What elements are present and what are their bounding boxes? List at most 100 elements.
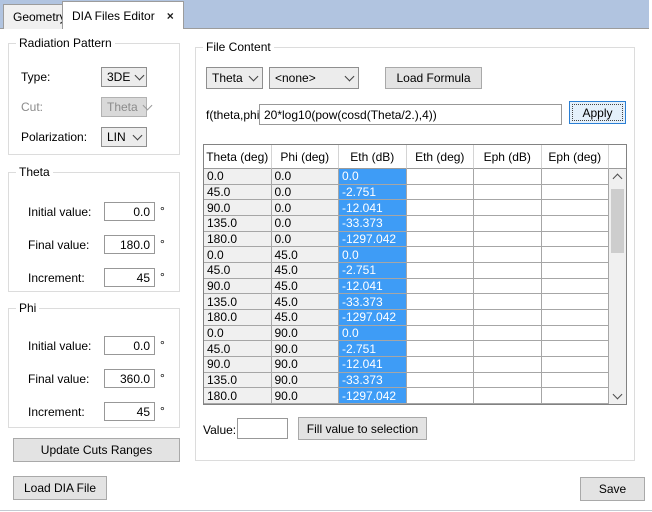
type-combobox[interactable]: 3DE (101, 67, 147, 87)
table-cell[interactable]: 45.0 (204, 341, 272, 357)
table-cell[interactable] (474, 279, 542, 295)
table-cell[interactable]: 0.0 (272, 232, 340, 248)
table-cell[interactable]: -2.751 (339, 185, 407, 201)
table-cell[interactable]: 0.0 (204, 326, 272, 342)
table-cell[interactable] (474, 341, 542, 357)
table-cell[interactable]: -33.373 (339, 373, 407, 389)
table-cell[interactable]: 90.0 (272, 373, 340, 389)
save-button[interactable]: Save (580, 477, 645, 501)
table-cell[interactable] (542, 373, 610, 389)
table-header-cell[interactable]: Eth (deg) (407, 145, 475, 169)
table-cell[interactable] (474, 326, 542, 342)
table-cell[interactable] (407, 279, 475, 295)
table-cell[interactable]: -1297.042 (339, 310, 407, 326)
table-cell[interactable] (474, 388, 542, 404)
table-cell[interactable] (474, 232, 542, 248)
table-cell[interactable] (542, 216, 610, 232)
table-cell[interactable] (542, 169, 610, 185)
table-cell[interactable]: 45.0 (204, 263, 272, 279)
table-cell[interactable] (542, 185, 610, 201)
table-cell[interactable] (542, 310, 610, 326)
table-cell[interactable]: 45.0 (272, 279, 340, 295)
table-cell[interactable] (407, 326, 475, 342)
table-cell[interactable] (407, 247, 475, 263)
table-cell[interactable]: 135.0 (204, 216, 272, 232)
phi-final-input[interactable] (104, 369, 155, 388)
table-cell[interactable]: 45.0 (204, 185, 272, 201)
table-cell[interactable]: 180.0 (204, 388, 272, 404)
vertical-scrollbar[interactable] (609, 169, 626, 404)
table-cell[interactable] (474, 294, 542, 310)
table-cell[interactable] (542, 247, 610, 263)
phi-initial-input[interactable] (104, 336, 155, 355)
table-cell[interactable]: -2.751 (339, 263, 407, 279)
table-cell[interactable]: 0.0 (339, 169, 407, 185)
table-cell[interactable] (542, 341, 610, 357)
table-cell[interactable] (474, 200, 542, 216)
polarization-combobox[interactable]: LIN (101, 127, 147, 147)
table-cell[interactable] (407, 388, 475, 404)
table-cell[interactable]: -12.041 (339, 357, 407, 373)
table-cell[interactable]: -1297.042 (339, 388, 407, 404)
table-header-cell[interactable]: Eth (dB) (339, 145, 407, 169)
load-dia-file-button[interactable]: Load DIA File (13, 476, 107, 500)
table-cell[interactable]: -1297.042 (339, 232, 407, 248)
theta-initial-input[interactable] (104, 202, 155, 221)
table-cell[interactable] (542, 326, 610, 342)
table-cell[interactable]: -12.041 (339, 200, 407, 216)
formula-input[interactable] (259, 104, 562, 125)
table-cell[interactable] (474, 263, 542, 279)
table-cell[interactable] (474, 216, 542, 232)
apply-button[interactable]: Apply (569, 101, 626, 124)
table-cell[interactable] (542, 232, 610, 248)
table-cell[interactable] (407, 232, 475, 248)
table-cell[interactable] (474, 169, 542, 185)
value-input[interactable] (237, 418, 288, 439)
table-cell[interactable]: 90.0 (272, 341, 340, 357)
table-header-cell[interactable]: Eph (deg) (542, 145, 610, 169)
table-cell[interactable]: 0.0 (272, 169, 340, 185)
table-cell[interactable]: 0.0 (272, 185, 340, 201)
table-cell[interactable]: -2.751 (339, 341, 407, 357)
table-cell[interactable]: 90.0 (204, 200, 272, 216)
component-combobox[interactable]: Theta (206, 67, 263, 89)
table-cell[interactable]: 180.0 (204, 232, 272, 248)
table-cell[interactable]: 45.0 (272, 294, 340, 310)
table-cell[interactable]: 90.0 (272, 326, 340, 342)
table-cell[interactable]: 135.0 (204, 373, 272, 389)
table-cell[interactable]: 90.0 (204, 279, 272, 295)
table-cell[interactable] (542, 357, 610, 373)
table-cell[interactable]: 0.0 (272, 216, 340, 232)
table-cell[interactable]: 180.0 (204, 310, 272, 326)
table-cell[interactable]: 0.0 (339, 326, 407, 342)
tab-dia-files-editor[interactable]: DIA Files Editor × (62, 1, 184, 29)
table-cell[interactable] (407, 341, 475, 357)
table-cell[interactable] (474, 357, 542, 373)
table-cell[interactable]: -33.373 (339, 216, 407, 232)
theta-increment-input[interactable] (104, 268, 155, 287)
table-cell[interactable] (474, 185, 542, 201)
theta-final-input[interactable] (104, 235, 155, 254)
formula-combobox[interactable]: <none> (269, 67, 359, 89)
table-cell[interactable] (542, 263, 610, 279)
table-cell[interactable] (474, 373, 542, 389)
load-formula-button[interactable]: Load Formula (385, 67, 482, 89)
table-cell[interactable]: 0.0 (204, 169, 272, 185)
table-cell[interactable] (407, 373, 475, 389)
table-cell[interactable]: 135.0 (204, 294, 272, 310)
table-cell[interactable]: -12.041 (339, 279, 407, 295)
close-tab-icon[interactable]: × (167, 11, 174, 21)
table-header-cell[interactable]: Phi (deg) (272, 145, 340, 169)
scroll-down-icon[interactable] (609, 388, 626, 404)
table-cell[interactable]: 0.0 (272, 200, 340, 216)
table-cell[interactable] (474, 247, 542, 263)
table-cell[interactable]: 0.0 (339, 247, 407, 263)
table-cell[interactable] (407, 263, 475, 279)
table-cell[interactable]: 45.0 (272, 310, 340, 326)
phi-increment-input[interactable] (104, 402, 155, 421)
table-cell[interactable] (407, 185, 475, 201)
table-cell[interactable] (542, 200, 610, 216)
table-cell[interactable]: 45.0 (272, 263, 340, 279)
table-cell[interactable]: 90.0 (272, 388, 340, 404)
table-header-cell[interactable]: Theta (deg) (204, 145, 272, 169)
